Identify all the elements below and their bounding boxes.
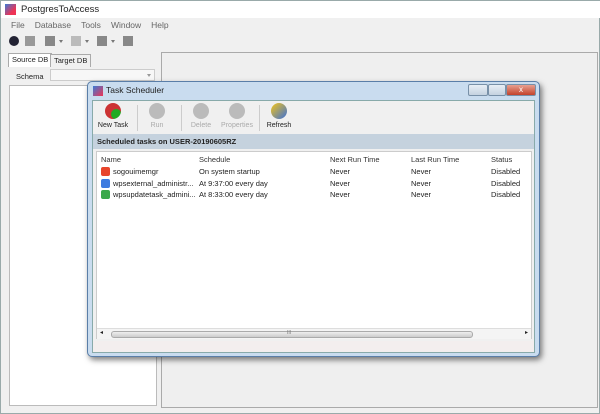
window-icon[interactable] [97, 36, 107, 46]
column-last-run[interactable]: Last Run Time [411, 154, 459, 165]
task-list[interactable]: Name Schedule Next Run Time Last Run Tim… [96, 151, 532, 339]
stop-icon[interactable] [123, 36, 133, 46]
task-name: wpsexternal_administr... [113, 178, 194, 188]
task-status: Disabled [491, 190, 521, 199]
app-title: PostgresToAccess [21, 4, 100, 15]
task-name: sogouimemgr [113, 167, 159, 176]
delete-icon [193, 103, 209, 119]
task-name: wpsupdatetask_admini... [113, 190, 196, 199]
menu-database[interactable]: Database [35, 18, 71, 32]
dialog-body: New Task Run Delete Properties Refresh S… [92, 100, 535, 353]
new-task-icon [105, 103, 121, 119]
task-schedule: At 9:37:00 every day [199, 178, 268, 188]
task-next-run: Never [330, 178, 351, 188]
scheduler-icon [93, 86, 103, 96]
maximize-button[interactable] [488, 84, 506, 96]
tasks-header-band: Scheduled tasks on USER-20190605RZ [93, 134, 534, 149]
close-button[interactable]: x [506, 84, 536, 96]
delete-button[interactable]: Delete [181, 103, 221, 129]
main-toolbar [1, 33, 600, 50]
scroll-grip: III [287, 330, 292, 336]
menu-file[interactable]: File [11, 18, 25, 32]
task-last-run: Never [411, 167, 432, 176]
task-status: Disabled [491, 167, 521, 176]
scroll-right-icon[interactable]: ▸ [525, 329, 528, 336]
scroll-left-icon[interactable]: ◂ [100, 329, 103, 336]
task-last-run: Never [411, 190, 432, 199]
task-icon [101, 178, 110, 188]
app-icon [5, 4, 16, 15]
task-scheduler-dialog: Task Scheduler x New Task Run Delete Pro… [87, 81, 540, 357]
convert-icon[interactable] [45, 36, 55, 46]
run-button[interactable]: Run [137, 103, 177, 129]
schema-label: Schema [16, 72, 44, 81]
task-row[interactable]: wpsupdatetask_admini... At 8:33:00 every … [97, 189, 531, 200]
column-status[interactable]: Status [491, 154, 512, 165]
column-name[interactable]: Name [101, 154, 121, 165]
horizontal-scrollbar[interactable]: ◂ III ▸ [97, 328, 531, 339]
refresh-button[interactable]: Refresh [259, 103, 299, 129]
view-icon[interactable] [71, 36, 81, 46]
task-icon [101, 167, 110, 176]
schema-select[interactable] [50, 69, 155, 81]
title-bar: PostgresToAccess [1, 1, 600, 18]
task-schedule: On system startup [199, 167, 260, 176]
dialog-title: Task Scheduler [106, 85, 165, 95]
task-next-run: Never [330, 190, 351, 199]
properties-icon [229, 103, 245, 119]
scroll-thumb[interactable]: III [111, 330, 473, 338]
column-schedule[interactable]: Schedule [199, 154, 230, 165]
tab-target-db[interactable]: Target DB [50, 54, 92, 67]
task-next-run: Never [330, 167, 351, 176]
task-icon [101, 190, 110, 199]
task-schedule: At 8:33:00 every day [199, 190, 268, 199]
column-headers: Name Schedule Next Run Time Last Run Tim… [97, 154, 531, 165]
disconnect-icon[interactable] [25, 36, 35, 46]
new-task-button[interactable]: New Task [93, 103, 133, 129]
menu-window[interactable]: Window [111, 18, 141, 32]
status-bar [93, 341, 534, 352]
menu-help[interactable]: Help [151, 18, 168, 32]
task-status: Disabled [491, 178, 521, 188]
task-row[interactable]: sogouimemgr On system startup Never Never Di… [97, 166, 531, 177]
run-icon [149, 103, 165, 119]
chevron-down-icon[interactable] [111, 40, 115, 43]
refresh-icon [271, 103, 287, 119]
connect-icon[interactable] [9, 36, 19, 46]
menu-tools[interactable]: Tools [81, 18, 101, 32]
task-last-run: Never [411, 178, 432, 188]
task-row[interactable]: wpsexternal_administr... At 9:37:00 every… [97, 178, 531, 189]
chevron-down-icon[interactable] [59, 40, 63, 43]
column-next-run[interactable]: Next Run Time [330, 154, 380, 165]
menu-bar: File Database Tools Window Help [1, 18, 600, 32]
chevron-down-icon[interactable] [85, 40, 89, 43]
minimize-button[interactable] [468, 84, 488, 96]
properties-button[interactable]: Properties [217, 103, 257, 129]
tab-source-db[interactable]: Source DB [8, 53, 53, 67]
